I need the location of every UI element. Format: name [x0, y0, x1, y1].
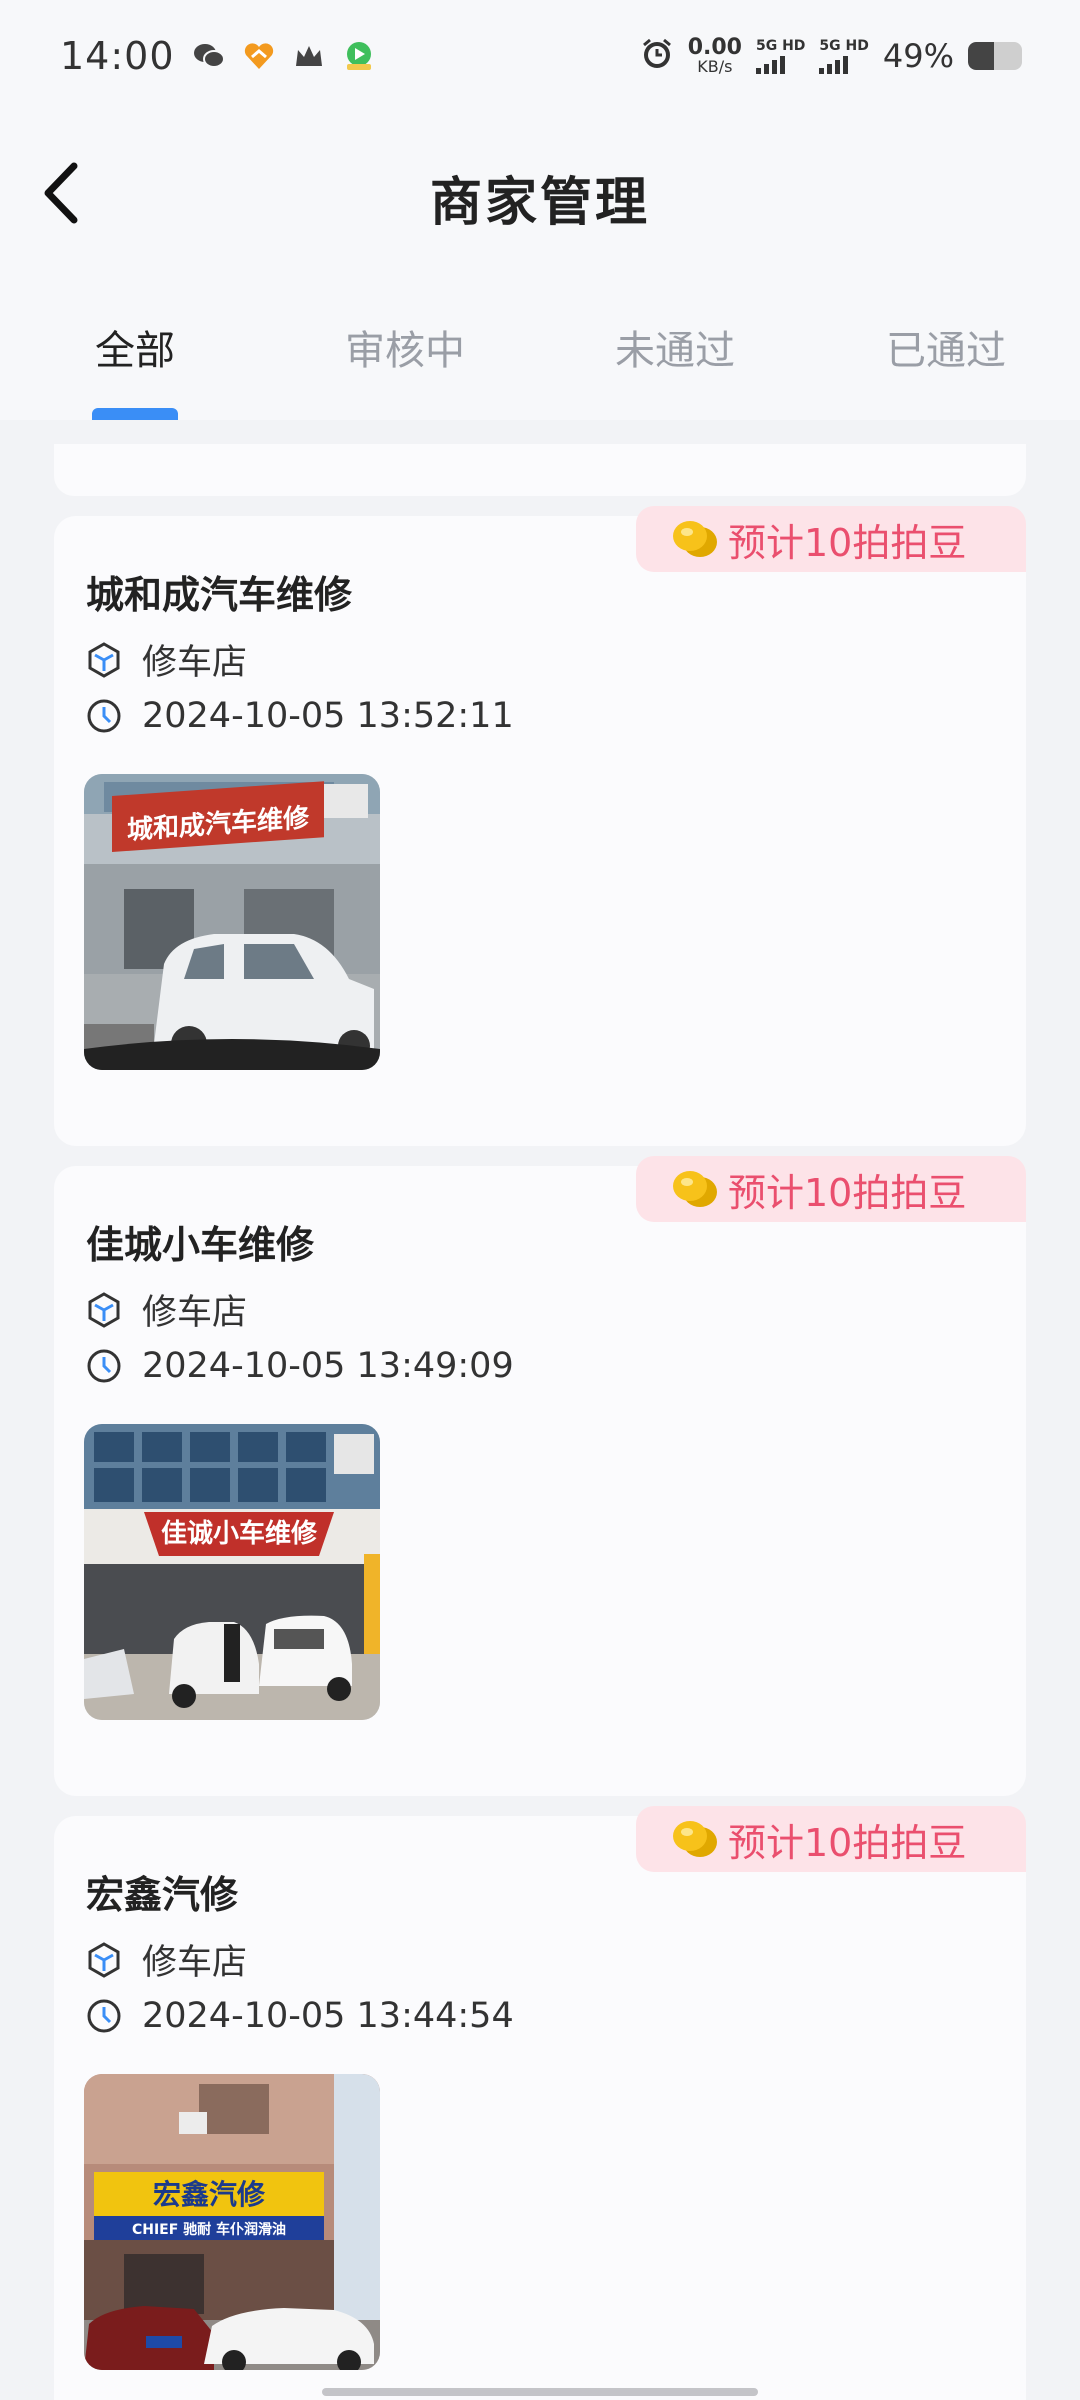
wechat-icon: [193, 40, 225, 72]
category-cube-icon: [88, 1291, 120, 1328]
merchant-name: 城和成汽车维修: [86, 573, 353, 617]
merchant-category-row: 修车店: [86, 1934, 247, 1985]
photo-sign-text: 宏鑫汽修: [153, 2178, 266, 2211]
category-cube-icon: [88, 641, 120, 678]
battery-icon: [968, 42, 1022, 70]
reward-badge: 预计10拍拍豆: [636, 506, 1026, 572]
merchant-time: 2024-10-05 13:49:09: [142, 1346, 514, 1386]
header: 商家管理: [0, 112, 1080, 274]
reward-badge: 预计10拍拍豆: [636, 1806, 1026, 1872]
coin-bean-icon: [673, 1171, 717, 1207]
merchant-name: 宏鑫汽修: [86, 1873, 239, 1917]
net-speed-unit: KB/s: [697, 57, 733, 76]
clock-icon: [87, 1349, 121, 1383]
merchant-category: 修车店: [142, 1943, 248, 1983]
alarm-icon: [640, 37, 674, 75]
tab-all[interactable]: 全部: [35, 318, 235, 376]
category-cube-icon: [88, 1941, 120, 1978]
merchant-list[interactable]: 预计10拍拍豆 城和成汽车维修 修车店 2024-10-05 13:52:11 …: [0, 420, 1080, 2400]
merchant-category: 修车店: [142, 1293, 248, 1333]
merchant-name: 佳城小车维修: [86, 1223, 315, 1267]
merchant-card[interactable]: 预计10拍拍豆 城和成汽车维修 修车店 2024-10-05 13:52:11 …: [54, 506, 1026, 1146]
merchant-time-row: 2024-10-05 13:49:09: [86, 1346, 514, 1386]
tab-approved[interactable]: 已通过: [846, 318, 1046, 376]
clock-icon: [87, 699, 121, 733]
signal-sim2: 5G HD: [819, 37, 869, 74]
tab-reviewing[interactable]: 审核中: [305, 318, 505, 376]
signal-bars-icon: [755, 55, 785, 74]
merchant-category: 修车店: [142, 643, 248, 683]
merchant-card[interactable]: 预计10拍拍豆 佳城小车维修 修车店 2024-10-05 13:49:09 佳: [54, 1156, 1026, 1796]
merchant-time-row: 2024-10-05 13:44:54: [86, 1996, 514, 2036]
merchant-time-row: 2024-10-05 13:52:11: [86, 696, 514, 736]
reward-badge-text: 预计10拍拍豆: [728, 1820, 967, 1865]
signal-sim1-label: 5G HD: [755, 37, 806, 54]
photo-sign-subtext: CHIEF 驰耐 车仆润滑油: [132, 2221, 286, 2238]
merchant-card[interactable]: 预计10拍拍豆 宏鑫汽修 修车店 2024-10-05 13:44:54 宏鑫汽…: [54, 1806, 1026, 2400]
tab-bar: 全部 审核中 未通过 已通过: [0, 274, 1080, 420]
merchant-category-row: 修车店: [86, 1284, 247, 1335]
storefront-photo[interactable]: 佳诚小车维修: [84, 1424, 380, 1720]
status-time: 14:00: [60, 34, 175, 78]
signal-sim1: 5G HD: [755, 37, 806, 74]
reward-badge-text: 预计10拍拍豆: [728, 1170, 967, 1215]
status-bar: 14:00 0.00 KB/s 5G HD 5G HD 49%: [0, 0, 1080, 112]
clock-icon: [87, 1999, 121, 2033]
photo-sign-text: 佳诚小车维修: [161, 1518, 318, 1549]
tab-indicator: [92, 408, 178, 420]
battery-percent: 49%: [882, 37, 954, 75]
merchant-category-row: 修车店: [86, 634, 247, 685]
signal-sim2-label: 5G HD: [819, 37, 869, 54]
storefront-photo[interactable]: 城和成汽车维修: [84, 774, 380, 1070]
signal-bars-icon: [819, 55, 849, 74]
crown-icon: [293, 40, 325, 72]
reward-badge-text: 预计10拍拍豆: [728, 520, 967, 565]
app-heart-icon: [243, 40, 275, 72]
merchant-time: 2024-10-05 13:44:54: [142, 1996, 514, 2036]
page-title: 商家管理: [429, 173, 650, 233]
status-left: 14:00: [60, 34, 375, 78]
status-right: 0.00 KB/s 5G HD 5G HD 49%: [640, 37, 1022, 75]
battery-fill: [968, 42, 995, 70]
video-app-icon: [343, 40, 375, 72]
tab-rejected[interactable]: 未通过: [575, 318, 775, 376]
coin-bean-icon: [673, 521, 717, 557]
net-speed-value: 0.00: [687, 35, 742, 60]
reward-badge: 预计10拍拍豆: [636, 1156, 1026, 1222]
coin-bean-icon: [673, 1821, 717, 1857]
home-indicator[interactable]: [322, 2388, 758, 2396]
storefront-photo[interactable]: 宏鑫汽修 CHIEF 驰耐 车仆润滑油: [84, 2074, 380, 2370]
list-item-partial[interactable]: [54, 444, 1026, 496]
net-speed: 0.00 KB/s: [688, 37, 742, 75]
merchant-time: 2024-10-05 13:52:11: [142, 696, 514, 736]
